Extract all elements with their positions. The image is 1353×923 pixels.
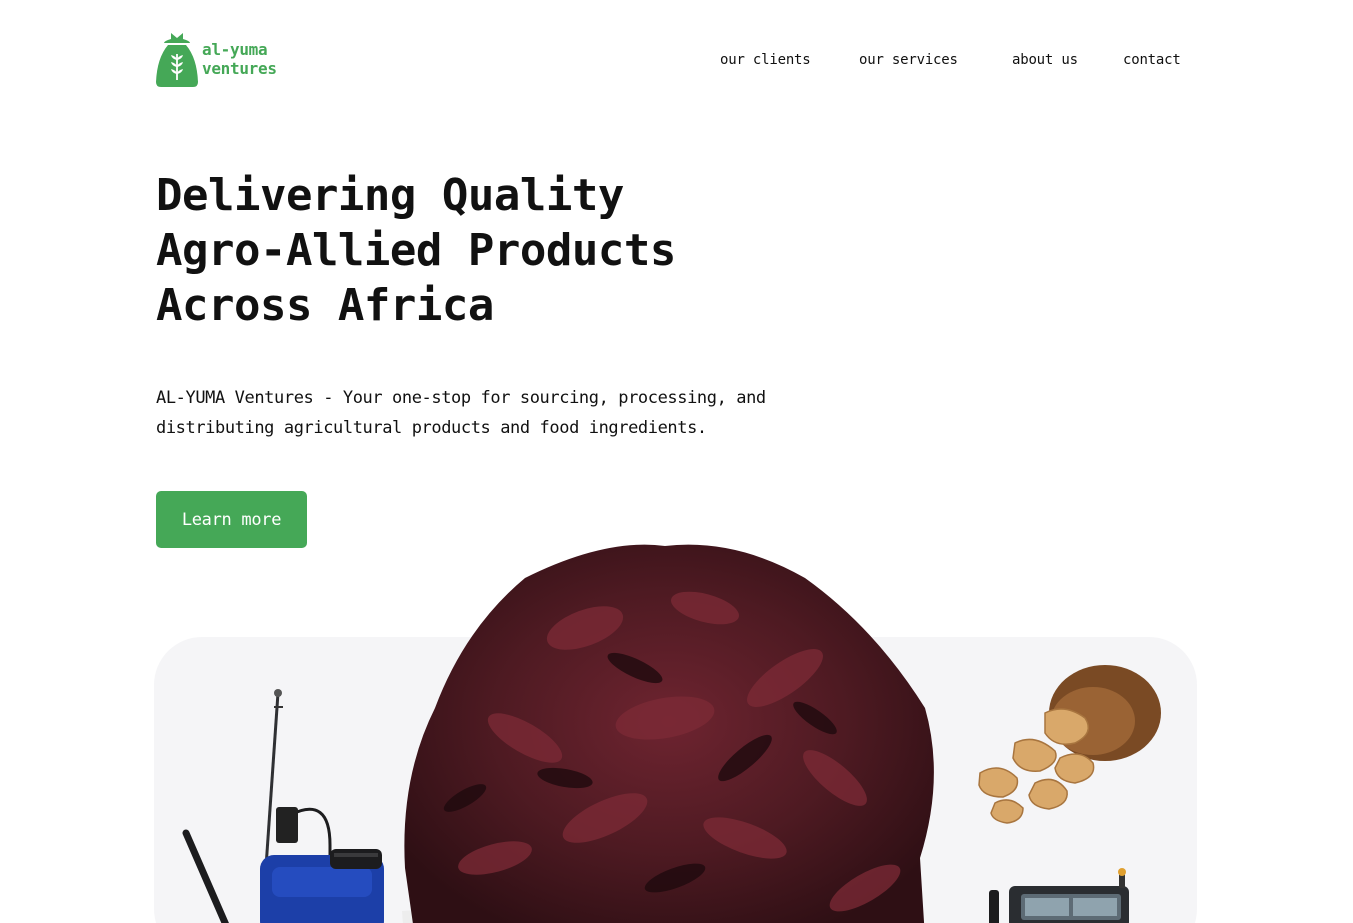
hero-subtitle: AL-YUMA Ventures - Your one-stop for sou… (156, 388, 766, 438)
nav-link-about-us[interactable]: about us (1012, 52, 1078, 68)
hero-title-line: Agro-Allied Products (156, 225, 676, 276)
dried-ginger-bowl-image (975, 663, 1165, 833)
main-nav: our clients our services about us contac… (0, 52, 1353, 72)
nav-link-contact[interactable]: contact (1123, 52, 1181, 68)
dried-hibiscus-image (404, 538, 945, 923)
nav-link-our-clients[interactable]: our clients (720, 52, 811, 68)
hero-title-line: Across Africa (156, 280, 494, 331)
learn-more-button[interactable]: Learn more (156, 491, 307, 548)
tractor-image (985, 868, 1145, 923)
nav-link-our-services[interactable]: our services (859, 52, 958, 68)
page: al-yuma ventures our clients our service… (0, 0, 1353, 923)
hero-title-line: Delivering Quality (156, 170, 624, 221)
hero-title: Delivering Quality Agro-Allied Products … (156, 168, 676, 333)
